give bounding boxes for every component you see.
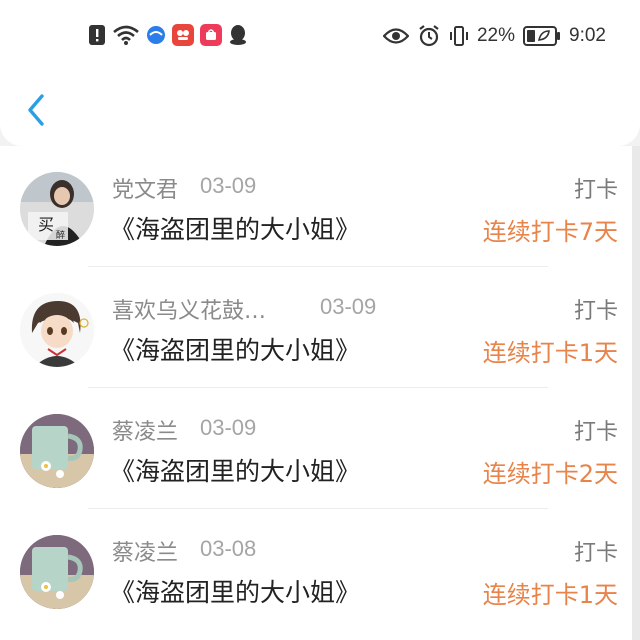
scrollbar[interactable] [632, 146, 640, 640]
checkin-label: 打卡 [573, 541, 618, 566]
checkin-date: 03-09 [200, 415, 257, 440]
user-name[interactable]: 喜欢乌义花鼓… [112, 293, 266, 325]
mug-avatar[interactable] [20, 414, 94, 488]
svg-text:买: 买 [38, 215, 54, 234]
anime-avatar[interactable] [20, 293, 94, 367]
list-item[interactable]: 蔡凌兰 03-09 打卡 《海盗团里的大小姐》 连续打卡2天 [0, 388, 632, 509]
qq-icon [228, 24, 248, 46]
status-bar: 22% 9:02 [0, 20, 640, 56]
clock: 9:02 [569, 25, 606, 46]
streak-text: 连续打卡7天 [482, 218, 618, 246]
checkin-date: 03-09 [200, 173, 257, 198]
book-title[interactable]: 《海盗团里的大小姐》 [110, 331, 360, 367]
svg-text:醉: 醉 [56, 229, 65, 241]
battery-icon [523, 25, 561, 47]
wifi-icon [112, 24, 140, 46]
mug-avatar[interactable] [20, 535, 94, 609]
checkin-date: 03-09 [320, 294, 377, 319]
vibrate-icon [449, 25, 469, 47]
alert-icon [88, 24, 106, 46]
shopping-icon [200, 24, 222, 46]
battery-percent: 22% [476, 25, 516, 46]
list-item[interactable]: 喜欢乌义花鼓… 03-09 打卡 《海盗团里的大小姐》 连续打卡1天 [0, 267, 632, 388]
list-item[interactable]: 蔡凌兰 03-08 打卡 《海盗团里的大小姐》 连续打卡1天 [0, 509, 632, 630]
user-name[interactable]: 蔡凌兰 [112, 414, 178, 446]
app-icon [172, 24, 194, 46]
checkin-label: 打卡 [573, 420, 618, 445]
photo-avatar[interactable]: 买 醉 [20, 172, 94, 246]
user-name[interactable]: 蔡凌兰 [112, 535, 178, 567]
book-title[interactable]: 《海盗团里的大小姐》 [110, 452, 360, 488]
list-item[interactable]: 买 醉 党文君 03-09 打卡 《海盗团里的大小姐》 连续打卡7天 [0, 146, 632, 267]
chevron-left-icon [28, 94, 44, 126]
status-right-icons: 22% 9:02 [382, 24, 606, 48]
eye-icon [382, 27, 409, 45]
streak-text: 连续打卡2天 [482, 460, 618, 488]
book-title[interactable]: 《海盗团里的大小姐》 [110, 210, 360, 246]
alarm-icon [417, 24, 441, 48]
checkin-label: 打卡 [573, 299, 618, 324]
book-title[interactable]: 《海盗团里的大小姐》 [110, 573, 360, 609]
back-button[interactable] [18, 88, 54, 132]
checkin-date: 03-08 [200, 536, 257, 561]
checkin-list: 买 醉 党文君 03-09 打卡 《海盗团里的大小姐》 连续打卡7天 喜欢乌义花… [0, 146, 632, 640]
streak-text: 连续打卡1天 [482, 581, 618, 609]
browser-icon [146, 25, 166, 45]
user-name[interactable]: 党文君 [112, 172, 178, 204]
streak-text: 连续打卡1天 [482, 339, 618, 367]
status-left-icons [88, 24, 248, 46]
header: 22% 9:02 [0, 0, 640, 146]
checkin-label: 打卡 [573, 178, 618, 203]
